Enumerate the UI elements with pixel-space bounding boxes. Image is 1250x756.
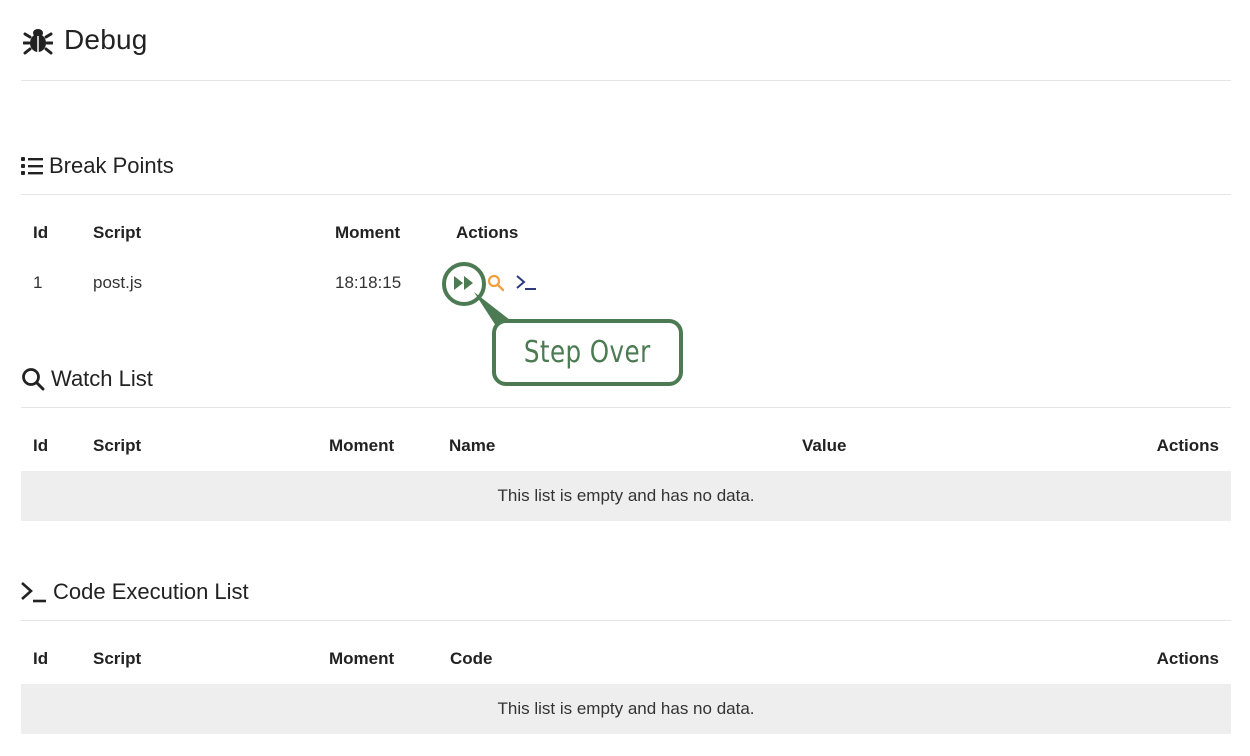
breakpoint-script: post.js xyxy=(93,273,143,292)
bug-icon xyxy=(23,29,53,55)
watch-table: Id Script Moment Name Value Actions This… xyxy=(21,421,1231,521)
empty-row: This list is empty and has no data. xyxy=(21,684,1231,734)
breakpoints-table: Id Script Moment Actions 1 post.js 18:18… xyxy=(21,208,1231,308)
empty-row: This list is empty and has no data. xyxy=(21,471,1231,521)
step-over-callout: Step Over xyxy=(492,319,683,386)
column-header-moment: Moment xyxy=(335,223,401,242)
terminal-icon xyxy=(516,275,536,290)
column-header-moment: Moment xyxy=(329,436,395,455)
callout-label: Step Over xyxy=(524,335,651,370)
column-header-code: Code xyxy=(450,649,493,668)
empty-message: This list is empty and has no data. xyxy=(21,471,1231,521)
column-header-actions: Actions xyxy=(1156,436,1219,455)
breakpoints-section-title: Break Points xyxy=(21,137,1231,195)
code-section-title: Code Execution List xyxy=(21,563,1231,621)
search-icon xyxy=(21,367,45,391)
column-header-value: Value xyxy=(802,436,847,455)
table-header-row: Id Script Moment Code Actions xyxy=(21,634,1231,684)
column-header-actions: Actions xyxy=(1156,649,1219,668)
column-header-script: Script xyxy=(93,223,142,242)
column-header-id: Id xyxy=(33,436,49,455)
empty-message: This list is empty and has no data. xyxy=(21,684,1231,734)
column-header-id: Id xyxy=(33,223,49,242)
page-title: Debug xyxy=(64,24,148,55)
list-icon xyxy=(21,156,43,176)
table-row: 1 post.js 18:18:15 xyxy=(21,258,1231,308)
watch-heading: Watch List xyxy=(51,365,153,391)
column-header-script: Script xyxy=(93,649,142,668)
code-heading: Code Execution List xyxy=(53,578,249,604)
column-header-actions: Actions xyxy=(456,223,519,242)
column-header-id: Id xyxy=(33,649,49,668)
breakpoint-actions xyxy=(454,268,1231,298)
table-header-row: Id Script Moment Name Value Actions xyxy=(21,421,1231,471)
terminal-icon xyxy=(21,581,47,603)
breakpoint-id: 1 xyxy=(33,273,43,292)
column-header-script: Script xyxy=(93,436,142,455)
table-header-row: Id Script Moment Actions xyxy=(21,208,1231,258)
breakpoint-moment: 18:18:15 xyxy=(335,273,402,292)
column-header-moment: Moment xyxy=(329,649,395,668)
column-header-name: Name xyxy=(449,436,496,455)
breakpoints-heading: Break Points xyxy=(49,152,174,178)
debug-page: Debug Break Points Id Script Moment Acti… xyxy=(21,0,1231,734)
code-table: Id Script Moment Code Actions This list … xyxy=(21,634,1231,734)
page-header: Debug xyxy=(21,0,1231,81)
